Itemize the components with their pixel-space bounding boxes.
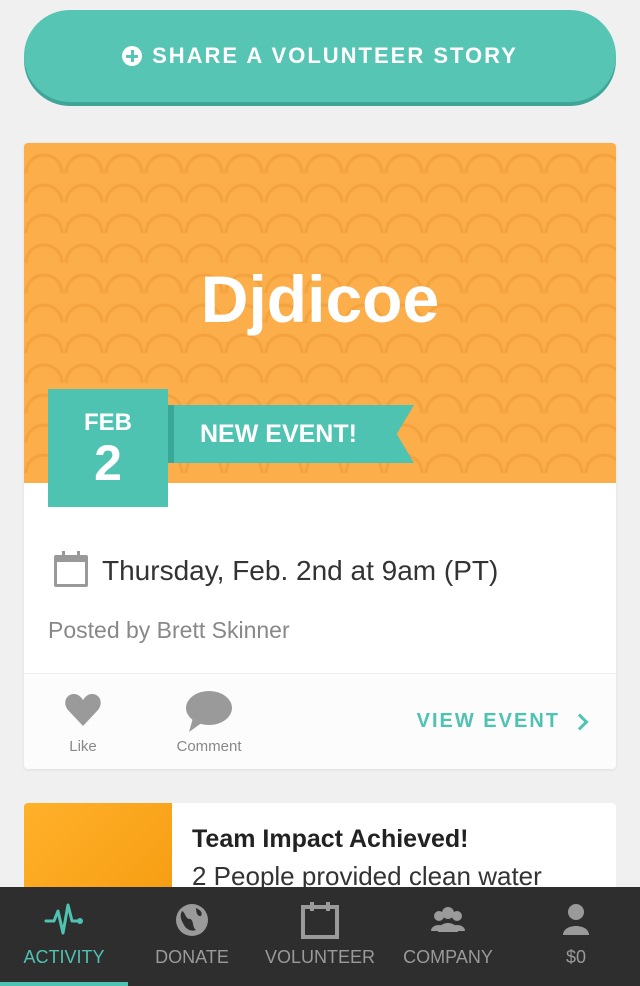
impact-card-title: Team Impact Achieved! bbox=[192, 825, 469, 853]
pulse-icon bbox=[44, 903, 83, 935]
new-event-badge: NEW EVENT! bbox=[200, 419, 357, 448]
tab-volunteer-label: VOLUNTEER bbox=[264, 947, 376, 967]
bottom-tab-bar: ACTIVITY DONATE VOLUNTEER COMPANY $0 bbox=[0, 887, 640, 986]
event-card[interactable]: Djdicoe NEW EVENT! FEB 2 Thursday, Feb. … bbox=[24, 143, 616, 769]
event-date-month: FEB bbox=[84, 409, 132, 436]
comment-button[interactable]: Comment bbox=[166, 690, 252, 755]
event-date-day: 2 bbox=[94, 435, 122, 491]
posted-by: Posted by Brett Skinner bbox=[48, 617, 290, 643]
like-button[interactable]: Like bbox=[54, 690, 112, 755]
event-when-text: Thursday, Feb. 2nd at 9am (PT) bbox=[102, 555, 499, 586]
view-event-label: VIEW EVENT bbox=[416, 710, 560, 732]
comment-bubble-icon bbox=[186, 691, 232, 732]
tab-volunteer[interactable]: VOLUNTEER bbox=[256, 887, 384, 986]
chevron-right-icon bbox=[571, 713, 589, 730]
tab-company[interactable]: COMPANY bbox=[384, 887, 512, 986]
tab-balance-label: $0 bbox=[565, 947, 587, 967]
comment-label: Comment bbox=[176, 738, 242, 755]
event-actions: Like Comment VIEW EVENT bbox=[24, 674, 616, 769]
like-label: Like bbox=[69, 738, 97, 755]
view-event-button[interactable]: VIEW EVENT bbox=[416, 710, 589, 733]
event-when-row: Thursday, Feb. 2nd at 9am (PT) bbox=[54, 551, 499, 587]
event-title: Djdicoe bbox=[200, 262, 440, 336]
group-icon bbox=[431, 907, 465, 932]
tab-activity[interactable]: ACTIVITY bbox=[0, 887, 128, 986]
calendar-icon bbox=[301, 902, 339, 939]
tab-company-label: COMPANY bbox=[403, 947, 493, 967]
plus-circle-icon bbox=[122, 46, 143, 66]
person-icon bbox=[563, 904, 589, 935]
tab-donate[interactable]: DONATE bbox=[128, 887, 256, 986]
event-date-box: FEB 2 bbox=[48, 389, 168, 507]
new-event-ribbon: NEW EVENT! bbox=[168, 405, 414, 463]
tab-activity-label: ACTIVITY bbox=[23, 947, 105, 967]
tab-balance[interactable]: $0 bbox=[512, 887, 640, 986]
share-volunteer-story-button[interactable]: SHARE A VOLUNTEER STORY bbox=[24, 10, 616, 102]
globe-icon bbox=[176, 904, 208, 936]
calendar-icon bbox=[54, 551, 88, 587]
heart-icon bbox=[65, 693, 101, 726]
tab-donate-label: DONATE bbox=[155, 947, 229, 967]
share-button-label: SHARE A VOLUNTEER STORY bbox=[152, 43, 518, 68]
